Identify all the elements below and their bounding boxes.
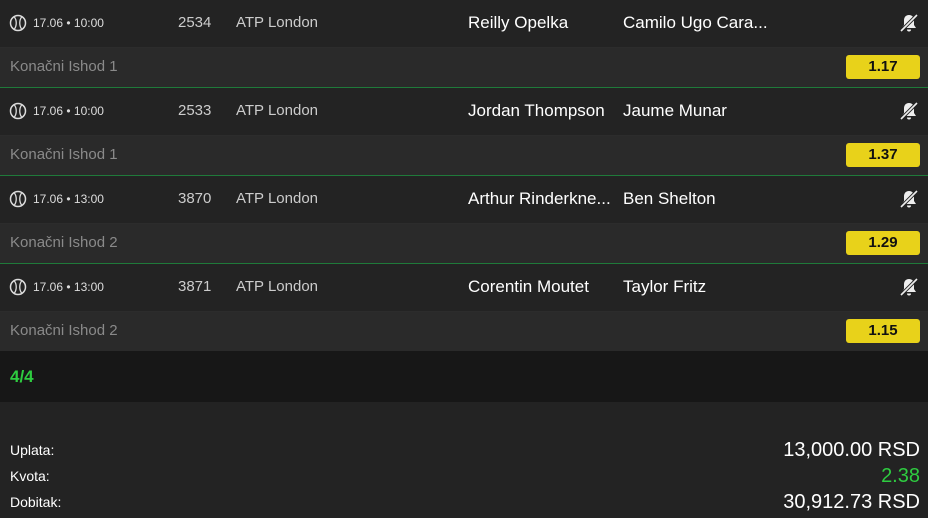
match-header[interactable]: 17.06 • 13:00 3871 ATP London Corentin M… bbox=[0, 264, 928, 312]
match-code: 2533 bbox=[178, 102, 212, 119]
match-row: 17.06 • 10:00 2534 ATP London Reilly Ope… bbox=[0, 0, 928, 88]
market-row: Konačni Ishod 2 1.29 bbox=[0, 224, 928, 264]
tennis-ball-icon bbox=[9, 14, 27, 32]
market-label: Konačni Ishod 1 bbox=[10, 146, 118, 163]
odd-button[interactable]: 1.17 bbox=[846, 55, 920, 79]
bell-off-icon[interactable] bbox=[898, 12, 920, 34]
tennis-ball-icon bbox=[9, 190, 27, 208]
home-player: Reilly Opelka bbox=[468, 13, 569, 32]
league-name: ATP London bbox=[236, 190, 319, 207]
match-time: 17.06 • 13:00 bbox=[33, 280, 104, 294]
home-player: Corentin Moutet bbox=[468, 277, 589, 296]
home-player: Arthur Rinderkne... bbox=[468, 189, 611, 208]
match-code: 2534 bbox=[178, 14, 212, 31]
market-row: Konačni Ishod 1 1.37 bbox=[0, 136, 928, 176]
league-name: ATP London bbox=[236, 14, 319, 31]
market-label: Konačni Ishod 2 bbox=[10, 322, 118, 339]
match-time: 17.06 • 10:00 bbox=[33, 16, 104, 30]
market-label: Konačni Ishod 2 bbox=[10, 234, 118, 251]
stake-value: 13,000.00 RSD bbox=[783, 439, 920, 461]
match-header[interactable]: 17.06 • 10:00 2534 ATP London Reilly Ope… bbox=[0, 0, 928, 48]
tennis-ball-icon bbox=[9, 278, 27, 296]
match-time: 17.06 • 13:00 bbox=[33, 192, 104, 206]
home-player: Jordan Thompson bbox=[468, 101, 605, 120]
win-label: Dobitak: bbox=[10, 494, 62, 510]
odd-button[interactable]: 1.29 bbox=[846, 231, 920, 255]
match-header[interactable]: 17.06 • 13:00 3870 ATP London Arthur Rin… bbox=[0, 176, 928, 224]
ticket-summary: Uplata: 13,000.00 RSD Kvota: 2.38 Dobita… bbox=[0, 402, 928, 518]
odd-button[interactable]: 1.15 bbox=[846, 319, 920, 343]
market-label: Konačni Ishod 1 bbox=[10, 58, 118, 75]
match-code: 3871 bbox=[178, 278, 212, 295]
match-row: 17.06 • 13:00 3871 ATP London Corentin M… bbox=[0, 264, 928, 352]
league-name: ATP London bbox=[236, 278, 319, 295]
selection-count: 4/4 bbox=[10, 367, 34, 386]
away-player: Camilo Ugo Cara... bbox=[623, 13, 768, 32]
win-value: 30,912.73 RSD bbox=[783, 491, 920, 513]
match-row: 17.06 • 10:00 2533 ATP London Jordan Tho… bbox=[0, 88, 928, 176]
odds-value: 2.38 bbox=[881, 465, 920, 487]
tennis-ball-icon bbox=[9, 102, 27, 120]
market-row: Konačni Ishod 2 1.15 bbox=[0, 312, 928, 352]
away-player: Ben Shelton bbox=[623, 189, 716, 208]
odd-button[interactable]: 1.37 bbox=[846, 143, 920, 167]
away-player: Jaume Munar bbox=[623, 101, 727, 120]
match-time: 17.06 • 10:00 bbox=[33, 104, 104, 118]
bell-off-icon[interactable] bbox=[898, 188, 920, 210]
match-header[interactable]: 17.06 • 10:00 2533 ATP London Jordan Tho… bbox=[0, 88, 928, 136]
odds-label: Kvota: bbox=[10, 468, 50, 484]
market-row: Konačni Ishod 1 1.17 bbox=[0, 48, 928, 88]
match-row: 17.06 • 13:00 3870 ATP London Arthur Rin… bbox=[0, 176, 928, 264]
away-player: Taylor Fritz bbox=[623, 277, 707, 296]
selection-count-bar: 4/4 bbox=[0, 351, 928, 402]
bell-off-icon[interactable] bbox=[898, 276, 920, 298]
league-name: ATP London bbox=[236, 102, 319, 119]
stake-label: Uplata: bbox=[10, 442, 55, 458]
bell-off-icon[interactable] bbox=[898, 100, 920, 122]
match-code: 3870 bbox=[178, 190, 212, 207]
